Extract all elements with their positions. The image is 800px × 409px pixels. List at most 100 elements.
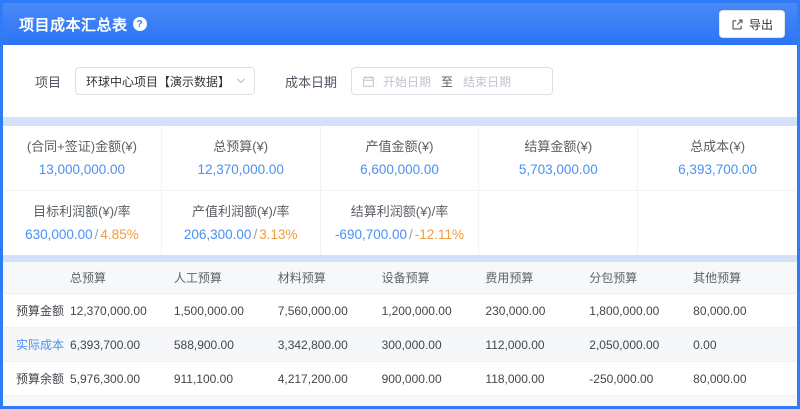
table-cell: 1,800,000.00 (589, 304, 693, 318)
table-cell: 48.70% (485, 406, 589, 409)
table-cell: 4,217,200.00 (278, 372, 382, 386)
stat-card-label: 总预算(¥) (168, 136, 314, 155)
stat-card-label: 产值利润额(¥)/率 (168, 201, 314, 220)
table-cell: 900,000.00 (382, 372, 486, 386)
table-cell: 44.22% (278, 406, 382, 409)
table-cell: 0.00 (693, 338, 797, 352)
table-cell: 230,000.00 (485, 304, 589, 318)
stat-card: 产值金额(¥) 6,600,000.00 (321, 126, 480, 190)
stat-card-value: 5,703,000.00 (485, 162, 631, 177)
table-cell: 80,000.00 (693, 372, 797, 386)
project-filter-label: 项目 (35, 72, 61, 91)
date-range-separator: 至 (441, 73, 453, 90)
export-button[interactable]: 导出 (719, 10, 785, 38)
row-label: 实际成本 (3, 336, 70, 353)
stat-card-label: 产值金额(¥) (327, 136, 473, 155)
stat-amount: 630,000.00 (25, 227, 93, 242)
stat-card-value: 6,393,700.00 (644, 162, 791, 177)
table-cell: 3,342,800.00 (278, 338, 382, 352)
table-column-header: 设备预算 (382, 269, 486, 286)
table-cell: 51.69% (70, 406, 174, 409)
stats-row-2: 目标利润额(¥)/率630,000.00/4.85%产值利润额(¥)/率206,… (3, 190, 797, 255)
chevron-down-icon (236, 76, 246, 86)
project-select-value: 环球中心项目【演示数据】 (86, 73, 230, 90)
end-date-placeholder: 结束日期 (463, 73, 511, 90)
help-icon[interactable]: ? (133, 17, 147, 31)
stat-amount: -690,700.00 (335, 227, 407, 242)
project-select[interactable]: 环球中心项目【演示数据】 (75, 67, 255, 95)
table-cell: 7,560,000.00 (278, 304, 382, 318)
stat-card-empty (638, 191, 797, 255)
stat-card-label: 目标利润额(¥)/率 (9, 201, 155, 220)
project-cost-summary-page: 项目成本汇总表 ? 导出 项目 环球中心项目【演示数据】 成本日期 (0, 0, 800, 409)
export-button-label: 导出 (749, 16, 773, 33)
stat-card-empty (479, 191, 638, 255)
table-column-header: 人工预算 (174, 269, 278, 286)
table-cell: 113.89% (589, 406, 693, 409)
date-filter-label: 成本日期 (285, 72, 337, 91)
cost-table: 总预算人工预算材料预算设备预算费用预算分包预算其他预算 预算金额12,370,0… (3, 262, 797, 409)
row-label: 预算金额 (3, 302, 70, 319)
table-cell: 300,000.00 (382, 338, 486, 352)
stat-card-label: 结算金额(¥) (485, 136, 631, 155)
table-cell: 12,370,000.00 (70, 304, 174, 318)
stat-card: 结算金额(¥) 5,703,000.00 (479, 126, 638, 190)
table-row: 成本进度51.69%39.26%44.22%25.00%48.70%113.89… (3, 396, 797, 409)
table-column-header: 其他预算 (693, 269, 797, 286)
table-row: 预算余额5,976,300.00911,100.004,217,200.0090… (3, 362, 797, 396)
row-label: 预算余额 (3, 370, 70, 387)
table-cell: 911,100.00 (174, 372, 278, 386)
stat-slash: / (407, 227, 415, 242)
stat-card-label: 总成本(¥) (644, 136, 791, 155)
stats-panel: (合同+签证)金额(¥) 13,000,000.00 总预算(¥) 12,370,00… (3, 126, 797, 255)
stat-card-value: 206,300.00/3.13% (168, 227, 314, 242)
stat-card-value: 6,600,000.00 (327, 162, 473, 177)
stat-card-value: 13,000,000.00 (9, 162, 155, 177)
stat-card: 目标利润额(¥)/率 630,000.00/4.85% (3, 191, 162, 255)
table-header-row: 总预算人工预算材料预算设备预算费用预算分包预算其他预算 (3, 262, 797, 294)
stat-card: 总预算(¥) 12,370,000.00 (162, 126, 321, 190)
stats-row-1: (合同+签证)金额(¥) 13,000,000.00 总预算(¥) 12,370,00… (3, 126, 797, 190)
table-body: 预算金额12,370,000.001,500,000.007,560,000.0… (3, 294, 797, 409)
table-cell: 5,976,300.00 (70, 372, 174, 386)
table-column-header: 分包预算 (589, 269, 693, 286)
calendar-icon (362, 75, 375, 88)
table-cell: 6,393,700.00 (70, 338, 174, 352)
date-range-picker[interactable]: 开始日期 至 结束日期 (351, 67, 553, 95)
stat-rate: -12.11% (415, 227, 464, 242)
table-cell: 39.26% (174, 406, 278, 409)
start-date-placeholder: 开始日期 (383, 73, 431, 90)
stat-card-value: 12,370,000.00 (168, 162, 314, 177)
table-cell: -250,000.00 (589, 372, 693, 386)
stat-card-label: (合同+签证)金额(¥) (9, 136, 155, 155)
table-cell: 112,000.00 (485, 338, 589, 352)
table-cell: 118,000.00 (485, 372, 589, 386)
page-header: 项目成本汇总表 ? 导出 (3, 3, 797, 45)
row-label: 成本进度 (3, 404, 70, 409)
stat-card: 产值利润额(¥)/率 206,300.00/3.13% (162, 191, 321, 255)
stat-card-value: 630,000.00/4.85% (9, 227, 155, 242)
table-row: 实际成本6,393,700.00588,900.003,342,800.0030… (3, 328, 797, 362)
table-cell: 25.00% (382, 406, 486, 409)
table-cell: 80,000.00 (693, 304, 797, 318)
stat-rate: 4.85% (100, 227, 138, 242)
stat-card: 结算利润额(¥)/率 -690,700.00/-12.11% (321, 191, 480, 255)
table-cell: 2,050,000.00 (589, 338, 693, 352)
table-cell: 1,200,000.00 (382, 304, 486, 318)
export-icon (731, 18, 744, 31)
table-cell: - (693, 406, 797, 409)
table-column-header: 总预算 (70, 269, 174, 286)
table-cell: 588,900.00 (174, 338, 278, 352)
stat-card: 总成本(¥) 6,393,700.00 (638, 126, 797, 190)
stat-card-label: 结算利润额(¥)/率 (327, 201, 473, 220)
page-title: 项目成本汇总表 (19, 14, 128, 35)
stat-amount: 206,300.00 (184, 227, 252, 242)
table-column-header: 材料预算 (278, 269, 382, 286)
table-column-header: 费用预算 (485, 269, 589, 286)
stat-rate: 3.13% (259, 227, 297, 242)
stat-card-value: -690,700.00/-12.11% (327, 227, 473, 242)
table-cell: 1,500,000.00 (174, 304, 278, 318)
filter-panel: 项目 环球中心项目【演示数据】 成本日期 开始日期 至 结束日期 (3, 45, 797, 117)
stat-card: (合同+签证)金额(¥) 13,000,000.00 (3, 126, 162, 190)
table-row: 预算金额12,370,000.001,500,000.007,560,000.0… (3, 294, 797, 328)
